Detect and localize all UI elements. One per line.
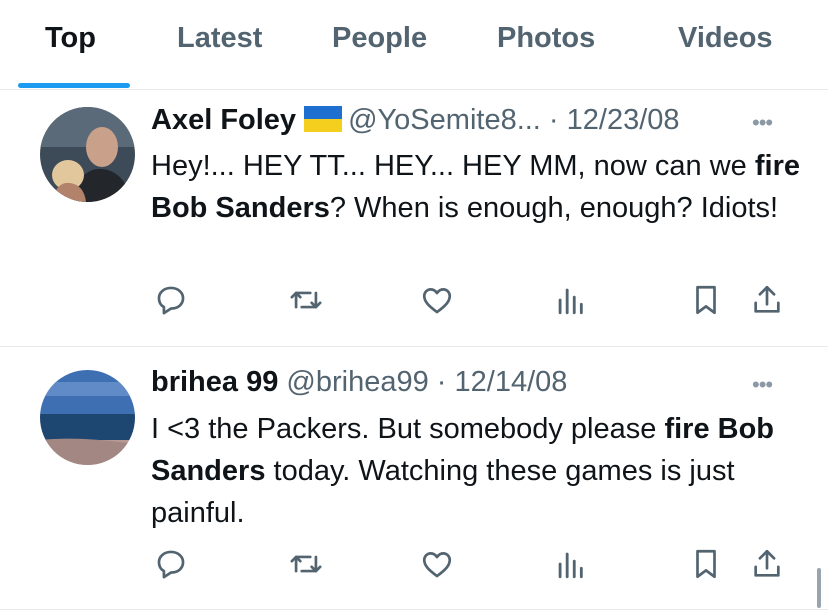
views-icon[interactable] <box>553 547 587 581</box>
ukraine-flag-icon <box>304 106 343 132</box>
meta-separator: · <box>428 366 455 398</box>
retweet-icon[interactable] <box>289 283 323 317</box>
reply-icon[interactable] <box>154 283 188 317</box>
tweet-text-part: ? When is enough, enough? Idiots! <box>329 192 779 224</box>
tweet-text: I <3 the Packers. But somebody please fi… <box>151 408 801 534</box>
search-tabs: Top Latest People Photos Videos <box>0 0 828 90</box>
tweet-text-part: Hey!... HEY TT... HEY... HEY MM, now can… <box>151 150 755 182</box>
bookmark-icon[interactable] <box>689 547 723 581</box>
views-icon[interactable] <box>553 283 587 317</box>
author-handle[interactable]: @YoSemite8... <box>348 104 541 136</box>
author-handle[interactable]: @brihea99 <box>286 366 428 398</box>
tweet-date[interactable]: 12/14/08 <box>455 366 568 398</box>
author-name[interactable]: Axel Foley <box>151 104 296 136</box>
avatar[interactable] <box>40 107 135 202</box>
active-tab-indicator <box>18 83 130 88</box>
avatar[interactable] <box>40 370 135 465</box>
tab-people[interactable]: People <box>332 22 427 55</box>
meta-separator: · <box>540 104 567 136</box>
like-icon[interactable] <box>420 547 454 581</box>
bookmark-icon[interactable] <box>689 283 723 317</box>
tweet-actions <box>0 547 828 587</box>
tweet-header: Axel Foley @YoSemite8... · 12/23/08 <box>151 104 680 137</box>
share-icon[interactable] <box>750 283 784 317</box>
tweet[interactable]: Axel Foley @YoSemite8... · 12/23/08 ••• H… <box>0 90 828 347</box>
tab-top[interactable]: Top <box>45 22 96 55</box>
retweet-icon[interactable] <box>289 547 323 581</box>
more-icon[interactable]: ••• <box>752 372 773 398</box>
author-name[interactable]: brihea 99 <box>151 366 278 398</box>
tweet-text: Hey!... HEY TT... HEY... HEY MM, now can… <box>151 145 801 229</box>
tweet-date[interactable]: 12/23/08 <box>567 104 680 136</box>
tab-videos[interactable]: Videos <box>678 22 773 55</box>
tweet-header: brihea 99 @brihea99 · 12/14/08 <box>151 366 567 399</box>
tab-latest[interactable]: Latest <box>177 22 262 55</box>
scrollbar[interactable] <box>817 568 821 608</box>
tab-photos[interactable]: Photos <box>497 22 595 55</box>
share-icon[interactable] <box>750 547 784 581</box>
tweet-actions <box>0 283 828 323</box>
more-icon[interactable]: ••• <box>752 110 773 136</box>
tweet-text-part: I <3 the Packers. But somebody please <box>151 413 665 445</box>
reply-icon[interactable] <box>154 547 188 581</box>
tweet[interactable]: brihea 99 @brihea99 · 12/14/08 ••• I <3 … <box>0 347 828 610</box>
like-icon[interactable] <box>420 283 454 317</box>
